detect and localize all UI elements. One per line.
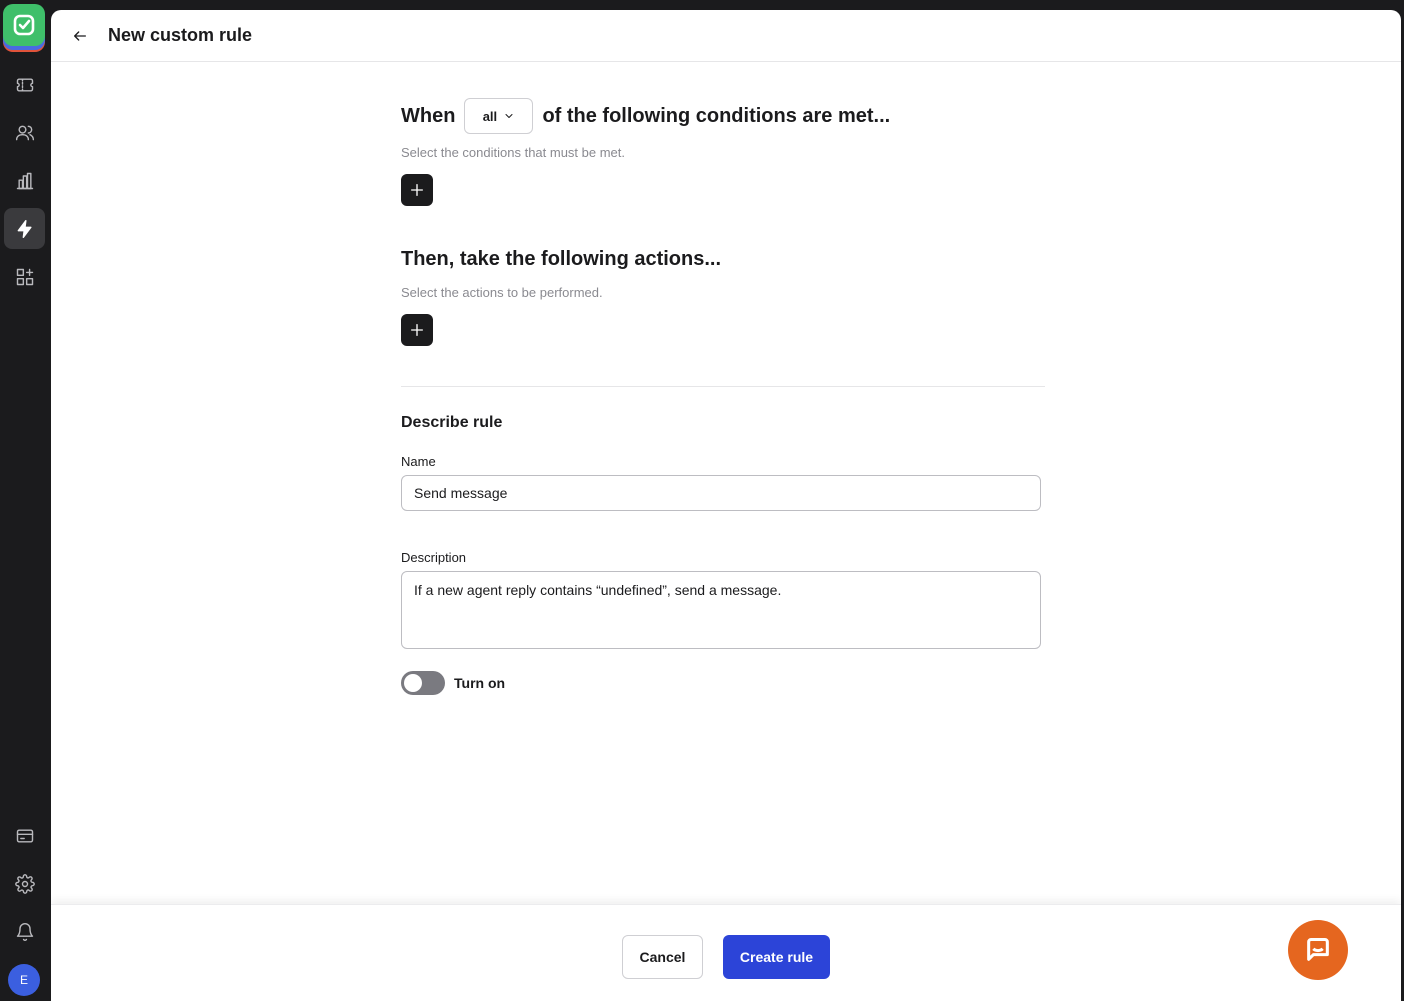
automation-icon[interactable] <box>4 208 45 249</box>
sidebar: E <box>0 0 51 1001</box>
add-condition-button[interactable] <box>401 174 433 206</box>
customers-icon[interactable] <box>4 112 45 153</box>
plus-icon <box>411 324 423 336</box>
name-field[interactable]: Send message <box>401 475 1041 511</box>
conditions-heading: When all of the following conditions are… <box>401 98 890 134</box>
turn-on-toggle[interactable] <box>401 671 445 695</box>
back-arrow-icon[interactable] <box>69 25 91 47</box>
add-action-button[interactable] <box>401 314 433 346</box>
cancel-button[interactable]: Cancel <box>622 935 703 979</box>
chevron-down-icon <box>505 114 513 118</box>
tickets-icon[interactable] <box>4 64 45 105</box>
describe-heading: Describe rule <box>401 414 503 431</box>
app-logo-icon[interactable] <box>3 4 45 52</box>
conditions-hint: Select the conditions that must be met. <box>401 145 626 160</box>
bell-icon[interactable] <box>4 911 45 952</box>
billing-icon[interactable] <box>4 815 45 856</box>
name-label: Name <box>401 454 436 469</box>
main-panel: New custom rule When all of the followin… <box>51 10 1401 1001</box>
divider <box>401 386 1045 387</box>
apps-icon[interactable] <box>4 256 45 297</box>
description-label: Description <box>401 550 467 565</box>
description-field[interactable]: If a new agent reply contains “undefined… <box>401 571 1041 649</box>
create-rule-button[interactable]: Create rule <box>723 935 830 979</box>
settings-icon[interactable] <box>4 863 45 904</box>
when-label: When <box>401 104 456 127</box>
reports-icon[interactable] <box>4 160 45 201</box>
conditions-suffix: of the following conditions are met... <box>542 104 891 127</box>
match-select-value: all <box>482 108 498 124</box>
avatar[interactable]: E <box>8 964 40 996</box>
top-bar: New custom rule <box>51 10 1401 62</box>
turn-on-row: Turn on <box>401 671 505 695</box>
actions-hint: Select the actions to be performed. <box>401 285 603 300</box>
match-select[interactable]: all <box>464 98 534 134</box>
page-title: New custom rule <box>108 25 253 45</box>
chat-icon[interactable] <box>1288 920 1348 980</box>
actions-heading: Then, take the following actions... <box>401 248 722 270</box>
plus-icon <box>411 184 423 196</box>
turn-on-label: Turn on <box>454 675 506 691</box>
form-footer: Cancel Create rule <box>51 904 1401 1001</box>
